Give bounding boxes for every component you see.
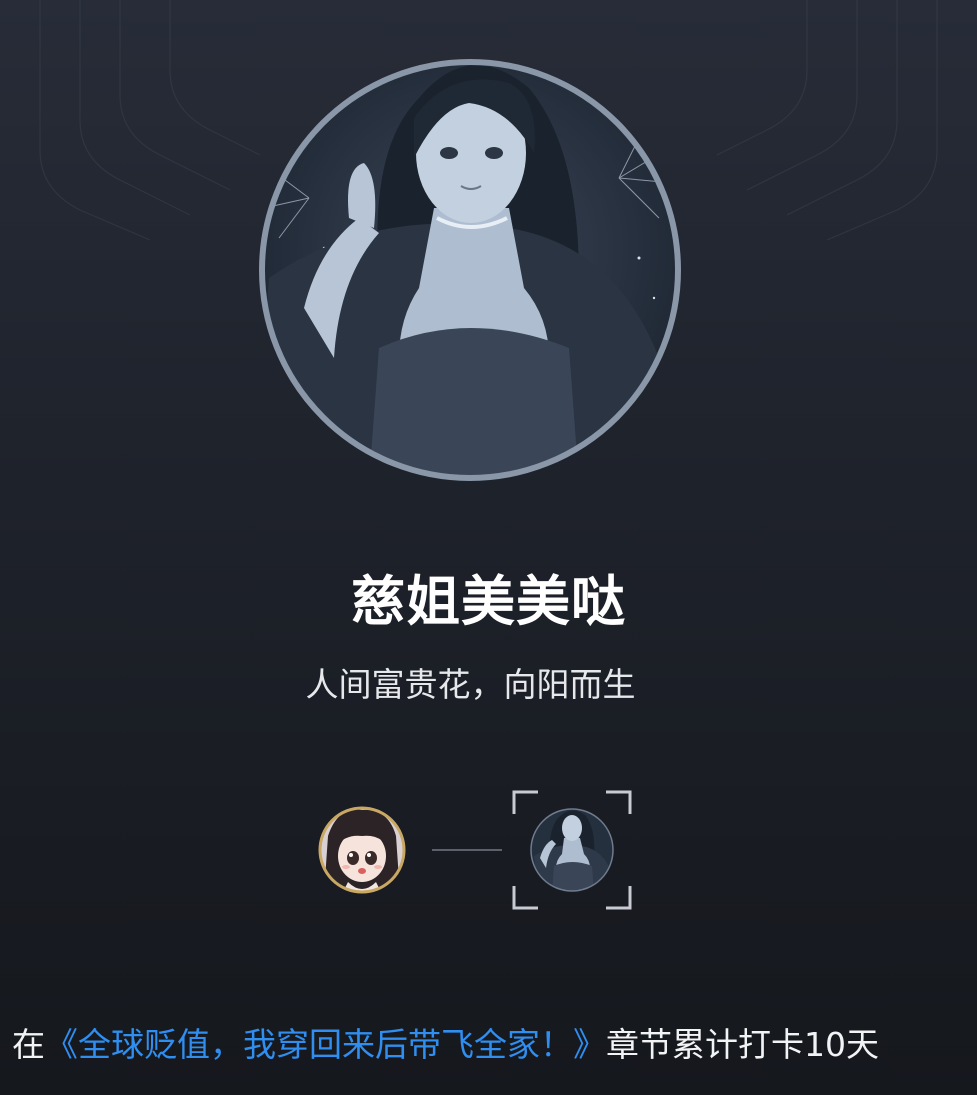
current-avatar[interactable] bbox=[318, 806, 406, 894]
achievement-suffix: 章节累计打卡10天 bbox=[606, 1025, 879, 1064]
next-avatar[interactable] bbox=[530, 808, 614, 892]
achievement-prefix: 在 bbox=[12, 1025, 45, 1064]
profile-motto: 人间富贵花，向阳而生 bbox=[305, 665, 636, 704]
avatar-progress bbox=[0, 780, 977, 920]
achievement-caption: 在《全球贬值，我穿回来后带飞全家！》章节累计打卡10天 bbox=[12, 1018, 972, 1072]
profile-title: 慈姐美美哒 bbox=[351, 570, 626, 633]
progress-connector bbox=[432, 849, 502, 851]
main-avatar bbox=[249, 58, 691, 483]
book-title-link[interactable]: 《全球贬值，我穿回来后带飞全家！》 bbox=[45, 1025, 606, 1064]
